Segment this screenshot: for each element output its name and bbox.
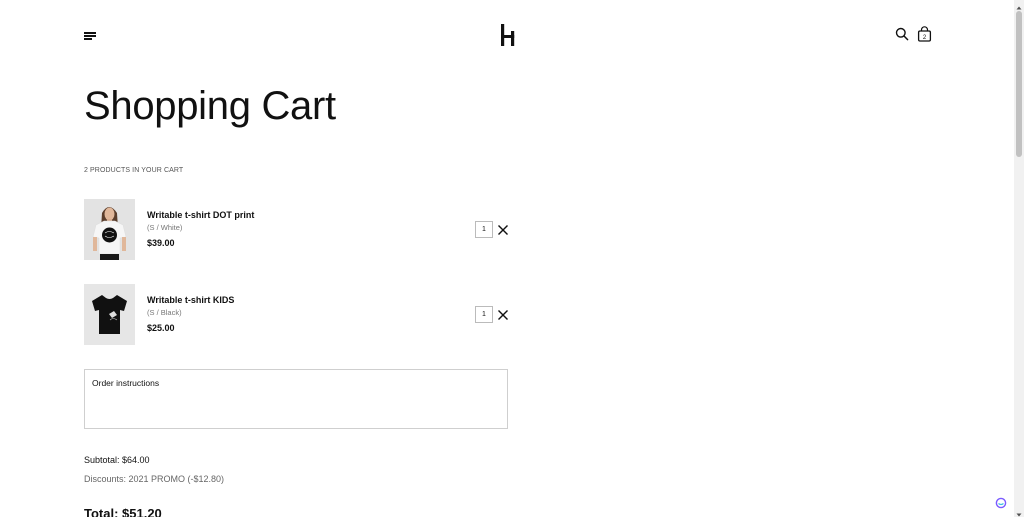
scroll-down-arrow-icon[interactable] bbox=[1014, 507, 1024, 517]
cart-item: Writable t-shirt DOT print (S / White) $… bbox=[84, 199, 514, 260]
item-name[interactable]: Writable t-shirt DOT print bbox=[147, 209, 254, 221]
chat-widget-icon[interactable] bbox=[995, 496, 1007, 509]
item-price: $39.00 bbox=[147, 238, 175, 248]
item-variant: (S / Black) bbox=[147, 308, 182, 317]
order-instructions-textarea[interactable]: Order instructions bbox=[84, 369, 508, 429]
page-scrollbar[interactable] bbox=[1014, 0, 1024, 517]
product-image-black-tshirt[interactable] bbox=[84, 284, 135, 345]
quantity-input[interactable]: 1 bbox=[475, 306, 493, 323]
page-title: Shopping Cart bbox=[84, 84, 336, 128]
product-image-white-tshirt[interactable] bbox=[84, 199, 135, 260]
search-icon[interactable] bbox=[895, 27, 909, 41]
item-name[interactable]: Writable t-shirt KIDS bbox=[147, 294, 234, 306]
item-details: Writable t-shirt DOT print (S / White) $… bbox=[147, 209, 254, 249]
cart-count-badge: 2 bbox=[923, 35, 927, 41]
total-text: Total: $51.20 bbox=[84, 506, 162, 517]
scroll-up-arrow-icon[interactable] bbox=[1014, 0, 1024, 10]
hamburger-menu-icon[interactable] bbox=[84, 31, 98, 41]
brand-logo[interactable] bbox=[498, 23, 518, 47]
discounts-text: Discounts: 2021 PROMO (-$12.80) bbox=[84, 474, 225, 484]
remove-item-close-icon[interactable] bbox=[497, 308, 509, 320]
remove-item-close-icon[interactable] bbox=[497, 223, 509, 235]
item-details: Writable t-shirt KIDS (S / Black) $25.00 bbox=[147, 294, 234, 334]
quantity-input[interactable]: 1 bbox=[475, 221, 493, 238]
scrollbar-thumb[interactable] bbox=[1016, 11, 1022, 157]
item-variant: (S / White) bbox=[147, 223, 183, 232]
products-count-label: 2 PRODUCTS IN YOUR CART bbox=[84, 167, 184, 174]
item-price: $25.00 bbox=[147, 323, 175, 333]
cart-page: 2 Shopping Cart 2 PRODUCTS IN YOUR CART bbox=[0, 0, 1014, 517]
shopping-bag-icon[interactable]: 2 bbox=[917, 26, 932, 42]
cart-item: Writable t-shirt KIDS (S / Black) $25.00… bbox=[84, 284, 514, 345]
subtotal-text: Subtotal: $64.00 bbox=[84, 455, 150, 465]
